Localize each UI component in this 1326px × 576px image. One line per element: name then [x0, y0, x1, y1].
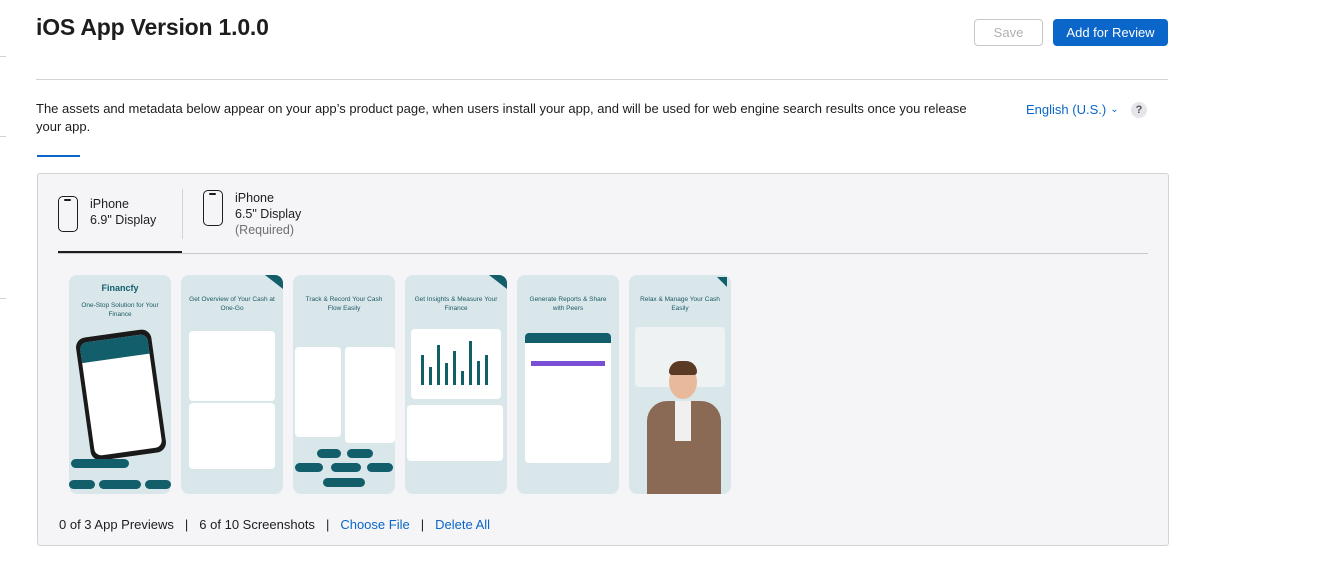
tab-iphone-6-9[interactable]: iPhone 6.9" Display	[58, 196, 156, 232]
decorative-corner	[265, 275, 283, 289]
feature-pill	[145, 480, 171, 489]
media-footer: 0 of 3 App Previews | 6 of 10 Screenshot…	[59, 517, 490, 532]
feature-pill	[347, 449, 373, 458]
app-version-page: iOS App Version 1.0.0 Save Add for Revie…	[0, 0, 1326, 576]
left-edge-divider	[0, 298, 6, 299]
section-tab-indicator	[37, 155, 80, 157]
add-for-review-button[interactable]: Add for Review	[1053, 19, 1168, 46]
description-text: The assets and metadata below appear on …	[36, 101, 967, 134]
analytics-card-image	[407, 405, 503, 461]
device-required-note: (Required)	[235, 223, 295, 237]
iphone-icon	[203, 190, 223, 226]
iphone-icon	[58, 196, 78, 232]
feature-pill	[69, 480, 95, 489]
left-edge-divider	[0, 136, 6, 137]
footer-separator: |	[420, 517, 425, 532]
screenshot-caption: Generate Reports & Share with Peers	[529, 296, 607, 312]
device-name: iPhone	[235, 191, 274, 205]
device-display-size: 6.9" Display	[90, 213, 157, 227]
left-edge-divider	[0, 56, 6, 57]
tabs-divider	[58, 253, 1148, 254]
transactions-card-image	[189, 403, 275, 469]
feature-pill	[99, 480, 141, 489]
language-selector[interactable]: English (U.S.) ⌄	[1026, 102, 1119, 117]
header-divider	[36, 79, 1168, 80]
feature-pill	[295, 463, 323, 472]
overview-cards-image	[189, 331, 275, 401]
screenshot-caption: Get Insights & Measure Your Finance	[414, 296, 498, 312]
screenshot-thumbnail[interactable]: Generate Reports & Share with Peers	[517, 275, 619, 494]
screenshot-caption: Track & Record Your Cash Flow Easily	[305, 296, 383, 312]
screenshot-thumbnail[interactable]: Relax & Manage Your Cash Easily	[629, 275, 731, 494]
decorative-corner	[717, 277, 727, 287]
screenshot-caption: One-Stop Solution for Your Finance	[81, 302, 159, 318]
feature-pill	[71, 459, 129, 468]
person-photo	[675, 401, 691, 441]
language-label: English (U.S.)	[1026, 102, 1107, 117]
screenshot-thumbnail[interactable]: Financfy One-Stop Solution for Your Fina…	[69, 275, 171, 494]
decorative-corner	[489, 275, 507, 289]
phone-mockup-image	[74, 328, 168, 462]
screenshot-caption: Relax & Manage Your Cash Easily	[640, 296, 720, 312]
chevron-down-icon: ⌄	[1110, 104, 1119, 115]
save-button[interactable]: Save	[974, 19, 1043, 46]
person-photo	[669, 361, 697, 375]
feature-pill	[317, 449, 341, 458]
screenshot-thumbnail[interactable]: Get Overview of Your Cash at One-Go	[181, 275, 283, 494]
tab-separator	[182, 189, 183, 239]
screenshot-thumbnail[interactable]: Track & Record Your Cash Flow Easily	[293, 275, 395, 494]
page-title: iOS App Version 1.0.0	[36, 14, 269, 40]
delete-all-link[interactable]: Delete All	[435, 517, 490, 532]
screenshot-list: Financfy One-Stop Solution for Your Fina…	[69, 275, 731, 494]
tab-iphone-6-5[interactable]: iPhone 6.5" Display (Required)	[203, 190, 301, 238]
device-display-size: 6.5" Display	[235, 207, 302, 221]
feature-pill	[367, 463, 393, 472]
device-name: iPhone	[90, 197, 129, 211]
footer-separator: |	[184, 517, 189, 532]
media-panel: iPhone 6.9" Display iPhone 6.5" Display …	[37, 173, 1169, 546]
screenshot-thumbnail[interactable]: Get Insights & Measure Your Finance	[405, 275, 507, 494]
help-icon[interactable]: ?	[1131, 102, 1147, 118]
footer-separator: |	[325, 517, 330, 532]
choose-file-link[interactable]: Choose File	[340, 517, 409, 532]
form-screen-image	[345, 347, 395, 443]
active-tab-indicator	[58, 251, 182, 253]
app-previews-count: 0 of 3 App Previews	[59, 517, 174, 532]
report-screen-image	[525, 333, 611, 463]
form-screen-image	[295, 347, 341, 437]
screenshots-count: 6 of 10 Screenshots	[199, 517, 315, 532]
screenshot-caption: Get Overview of Your Cash at One-Go	[189, 296, 275, 312]
cash-flow-chart-image	[411, 329, 501, 399]
brand-logo: Financfy	[101, 283, 139, 293]
feature-pill	[331, 463, 361, 472]
feature-pill	[323, 478, 365, 487]
